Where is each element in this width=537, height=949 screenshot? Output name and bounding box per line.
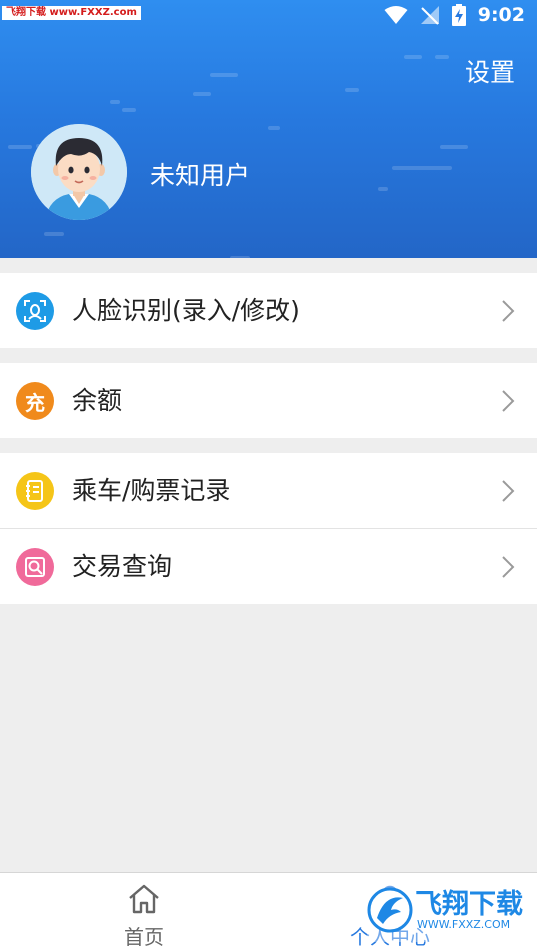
chevron-right-icon: [502, 300, 515, 322]
status-time: 9:02: [477, 4, 525, 26]
logo-watermark: 飞翔下载 WWW.FXXZ.COM: [367, 880, 527, 942]
face-scan-icon: [16, 292, 54, 330]
balance-icon-text: 充: [25, 390, 45, 415]
username: 未知用户: [150, 161, 251, 190]
decorative-dash: [435, 55, 449, 59]
no-signal-icon: [420, 6, 439, 25]
decorative-dash: [110, 100, 120, 104]
profile-header: 飞翔下载 www.FXXZ.com 9:02 设置 未知用户: [0, 0, 537, 258]
status-bar: 9:02: [384, 2, 525, 28]
battery-charging-icon: [451, 4, 466, 26]
chevron-right-icon: [502, 556, 515, 578]
decorative-dash: [230, 256, 250, 258]
menu-label: 人脸识别(录入/修改): [72, 296, 300, 325]
decorative-dash: [193, 92, 211, 96]
chevron-right-icon: [502, 480, 515, 502]
balance-icon: 充: [16, 382, 54, 420]
menu-label: 交易查询: [72, 552, 173, 581]
notebook-icon: [16, 472, 54, 510]
site-watermark: 飞翔下载 www.FXXZ.com: [2, 6, 141, 20]
tab-label: 首页: [124, 925, 164, 949]
menu-item-ride-records[interactable]: 乘车/购票记录: [0, 453, 537, 528]
decorative-dash: [404, 55, 422, 59]
decorative-dash: [440, 145, 468, 149]
decorative-dash: [8, 145, 32, 149]
logo-url: WWW.FXXZ.COM: [417, 918, 511, 931]
decorative-dash: [268, 126, 280, 130]
search-document-icon: [16, 548, 54, 586]
settings-button[interactable]: 设置: [465, 53, 515, 89]
decorative-dash: [392, 166, 452, 170]
decorative-dash: [378, 187, 388, 191]
menu-item-transaction-query[interactable]: 交易查询: [0, 529, 537, 604]
avatar[interactable]: [31, 124, 127, 220]
wifi-icon: [384, 6, 408, 24]
bird-logo-icon: [367, 887, 413, 933]
menu-label: 乘车/购票记录: [72, 476, 231, 505]
decorative-dash: [345, 88, 359, 92]
tab-home[interactable]: 首页: [10, 873, 278, 949]
user-avatar-icon: [31, 124, 127, 220]
decorative-dash: [210, 73, 238, 77]
menu-item-face-recognition[interactable]: 人脸识别(录入/修改): [0, 273, 537, 348]
chevron-right-icon: [502, 390, 515, 412]
home-icon: [129, 884, 159, 914]
decorative-dash: [44, 232, 64, 236]
menu-item-balance[interactable]: 充 余额: [0, 363, 537, 438]
logo-text: 飞翔下载: [415, 889, 523, 920]
decorative-dash: [122, 108, 136, 112]
menu-label: 余额: [72, 386, 123, 415]
